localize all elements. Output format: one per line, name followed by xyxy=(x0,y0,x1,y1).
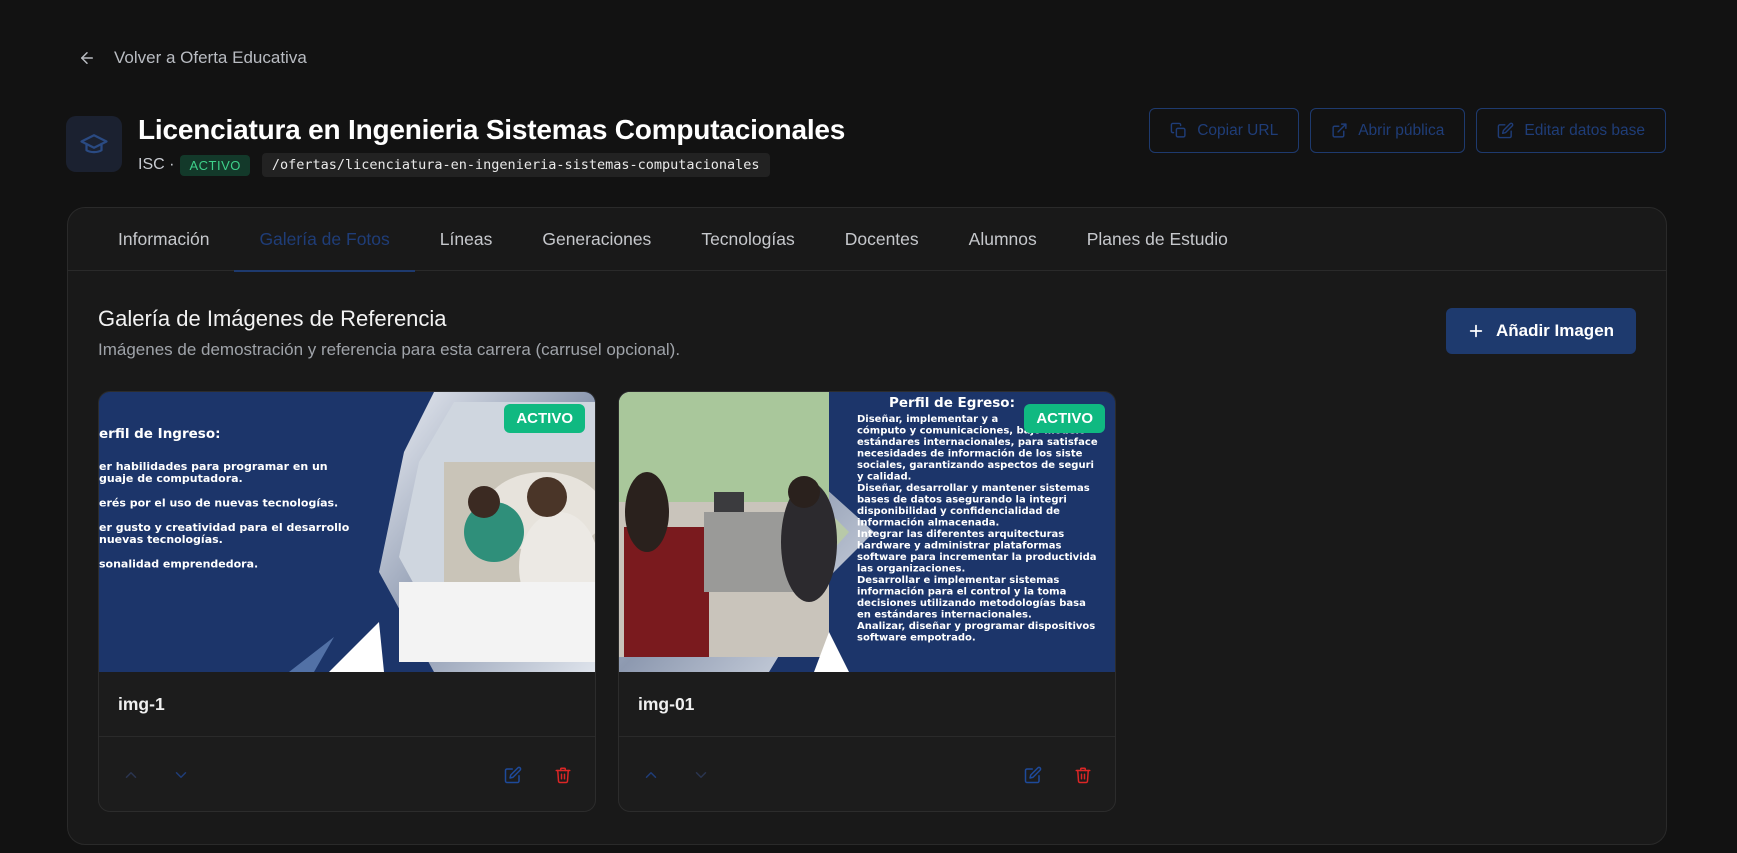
image-text-line: las organizaciones. xyxy=(857,564,965,575)
image-text-line: Diseñar, desarrollar y mantener sistemas xyxy=(857,483,1090,494)
trash-icon xyxy=(1075,767,1091,784)
chevron-down-icon xyxy=(695,772,707,778)
program-detail-card: Información Galería de Fotos Líneas Gene… xyxy=(67,207,1667,845)
image-text-line: y calidad. xyxy=(857,472,911,483)
tab-bar: Información Galería de Fotos Líneas Gene… xyxy=(68,208,1666,272)
image-text-line: Diseñar, implementar y a xyxy=(857,414,998,425)
edit-base-button[interactable]: Editar datos base xyxy=(1476,108,1666,153)
image-text-line: nuevas tecnologías. xyxy=(99,533,223,546)
image-text-line: estándares internacionales, para satisfa… xyxy=(857,436,1098,448)
image-text-line: en estándares internacionales. xyxy=(857,609,1032,621)
chevron-up-icon xyxy=(125,772,137,778)
image-text-line: decisiones utilizando metodologías basa xyxy=(857,597,1086,609)
move-up-button[interactable] xyxy=(633,757,669,793)
add-image-button[interactable]: Añadir Imagen xyxy=(1446,308,1636,354)
tab-generaciones[interactable]: Generaciones xyxy=(517,208,676,271)
image-thumbnail[interactable]: erfil de Ingreso: er habilidades para pr… xyxy=(99,392,595,672)
image-text-line: sonalidad emprendedora. xyxy=(99,558,258,571)
trash-icon xyxy=(555,767,571,784)
image-text-line: guaje de computadora. xyxy=(99,472,243,485)
copy-icon xyxy=(1170,122,1186,138)
profile-image-text: Perfil de Egreso: Diseñar, implementar y… xyxy=(857,395,1098,644)
image-card: Perfil de Egreso: Diseñar, implementar y… xyxy=(618,391,1116,812)
tab-docentes[interactable]: Docentes xyxy=(820,208,944,271)
external-link-icon xyxy=(1332,123,1347,138)
edit-icon xyxy=(1498,122,1514,139)
image-text-line: necesidades de información de los siste xyxy=(857,448,1083,460)
tab-alumnos[interactable]: Alumnos xyxy=(944,208,1062,271)
status-badge: ACTIVO xyxy=(180,154,250,176)
copy-url-button[interactable]: Copiar URL xyxy=(1149,108,1300,153)
tab-tecnologias[interactable]: Tecnologías xyxy=(676,208,819,271)
tab-planes-de-estudio[interactable]: Planes de Estudio xyxy=(1062,208,1253,271)
program-slug: /ofertas/licenciatura-en-ingenieria-sist… xyxy=(261,153,770,177)
image-name: img-01 xyxy=(619,672,1115,737)
program-logo xyxy=(66,116,122,172)
edit-image-button[interactable] xyxy=(495,757,531,793)
image-text-line: sociales, garantizando aspectos de segur… xyxy=(857,460,1094,471)
delete-image-button[interactable] xyxy=(1065,757,1101,793)
image-text-line: Analizar, diseñar y programar dispositiv… xyxy=(857,621,1095,632)
image-thumbnail[interactable]: Perfil de Egreso: Diseñar, implementar y… xyxy=(619,392,1115,672)
edit-icon xyxy=(504,766,522,784)
svg-text:Perfil de Egreso:: Perfil de Egreso: xyxy=(889,395,1015,411)
image-text-line: información almacenada. xyxy=(857,517,999,529)
edit-image-button[interactable] xyxy=(1015,757,1051,793)
image-text-line: bases de datos asegurando la integri xyxy=(857,495,1067,506)
copy-url-label: Copiar URL xyxy=(1197,121,1279,139)
move-down-button[interactable] xyxy=(683,757,719,793)
move-down-button[interactable] xyxy=(163,757,199,793)
chevron-up-icon xyxy=(645,772,657,778)
gallery-subtitle: Imágenes de demostración y referencia pa… xyxy=(98,340,681,359)
image-name: img-1 xyxy=(99,672,595,737)
page-title: Licenciatura en Ingenieria Sistemas Comp… xyxy=(138,114,846,145)
graduation-cap-icon xyxy=(80,134,108,154)
back-link-label: Volver a Oferta Educativa xyxy=(114,48,307,67)
program-header: Licenciatura en Ingenieria Sistemas Comp… xyxy=(66,112,845,177)
profile-image-text: erfil de Ingreso: er habilidades para pr… xyxy=(99,426,350,571)
tab-lineas[interactable]: Líneas xyxy=(415,208,518,271)
image-text-line: software empotrado. xyxy=(857,633,976,644)
image-status-badge: ACTIVO xyxy=(504,404,585,433)
image-card: erfil de Ingreso: er habilidades para pr… xyxy=(98,391,596,812)
plus-icon xyxy=(1469,324,1483,338)
image-text-line: software para incrementar la productivid… xyxy=(857,552,1097,563)
program-code: ISC · xyxy=(138,156,175,173)
delete-image-button[interactable] xyxy=(545,757,581,793)
image-text-line: erés por el uso de nuevas tecnologías. xyxy=(99,497,338,510)
edit-base-label: Editar datos base xyxy=(1524,121,1645,139)
open-public-label: Abrir pública xyxy=(1358,121,1445,139)
gallery-title: Galería de Imágenes de Referencia xyxy=(98,306,447,331)
image-text-line: disponibilidad y confidencialidad de xyxy=(857,506,1060,517)
image-text-line: hardware y administrar plataformas xyxy=(857,541,1061,552)
chevron-down-icon xyxy=(175,772,187,778)
tab-informacion[interactable]: Información xyxy=(93,208,234,271)
add-image-label: Añadir Imagen xyxy=(1495,321,1615,340)
arrow-left-icon xyxy=(81,52,93,64)
image-text-line: er gusto y creatividad para el desarroll… xyxy=(99,521,350,534)
open-public-button[interactable]: Abrir pública xyxy=(1310,108,1466,153)
image-text-line: er habilidades para programar en un xyxy=(99,460,328,473)
edit-icon xyxy=(1024,766,1042,784)
image-text-line: información para el control y la toma xyxy=(857,586,1066,598)
image-text-line: Desarrollar e implementar sistemas xyxy=(857,575,1059,586)
back-link[interactable]: Volver a Oferta Educativa xyxy=(78,48,307,68)
image-status-badge: ACTIVO xyxy=(1024,404,1105,433)
svg-text:erfil de Ingreso:: erfil de Ingreso: xyxy=(99,426,221,442)
move-up-button[interactable] xyxy=(113,757,149,793)
tab-galeria-de-fotos[interactable]: Galería de Fotos xyxy=(234,208,416,272)
image-text-line: Integrar las diferentes arquitecturas xyxy=(857,529,1064,540)
